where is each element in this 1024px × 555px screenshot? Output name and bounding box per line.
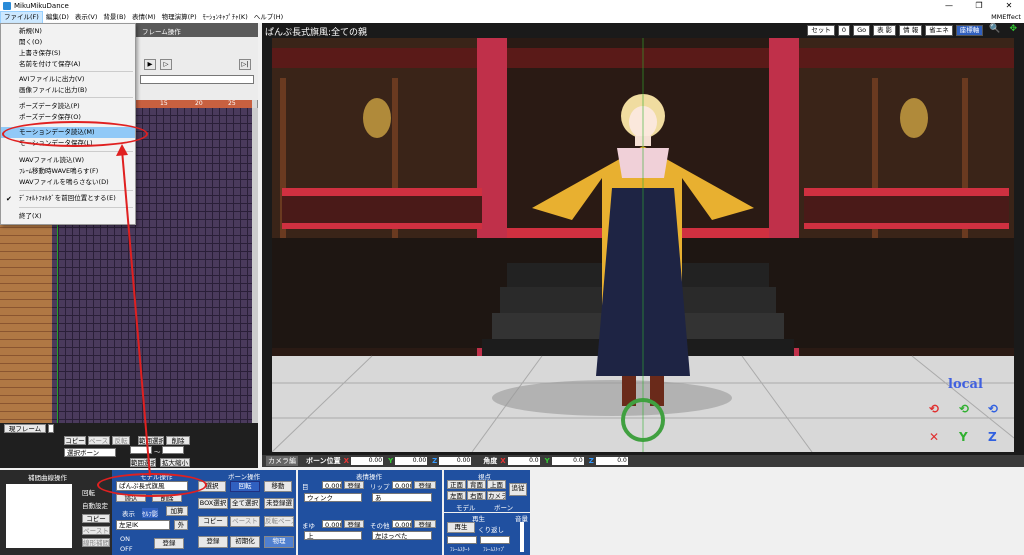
annotation-arrow bbox=[116, 144, 151, 477]
